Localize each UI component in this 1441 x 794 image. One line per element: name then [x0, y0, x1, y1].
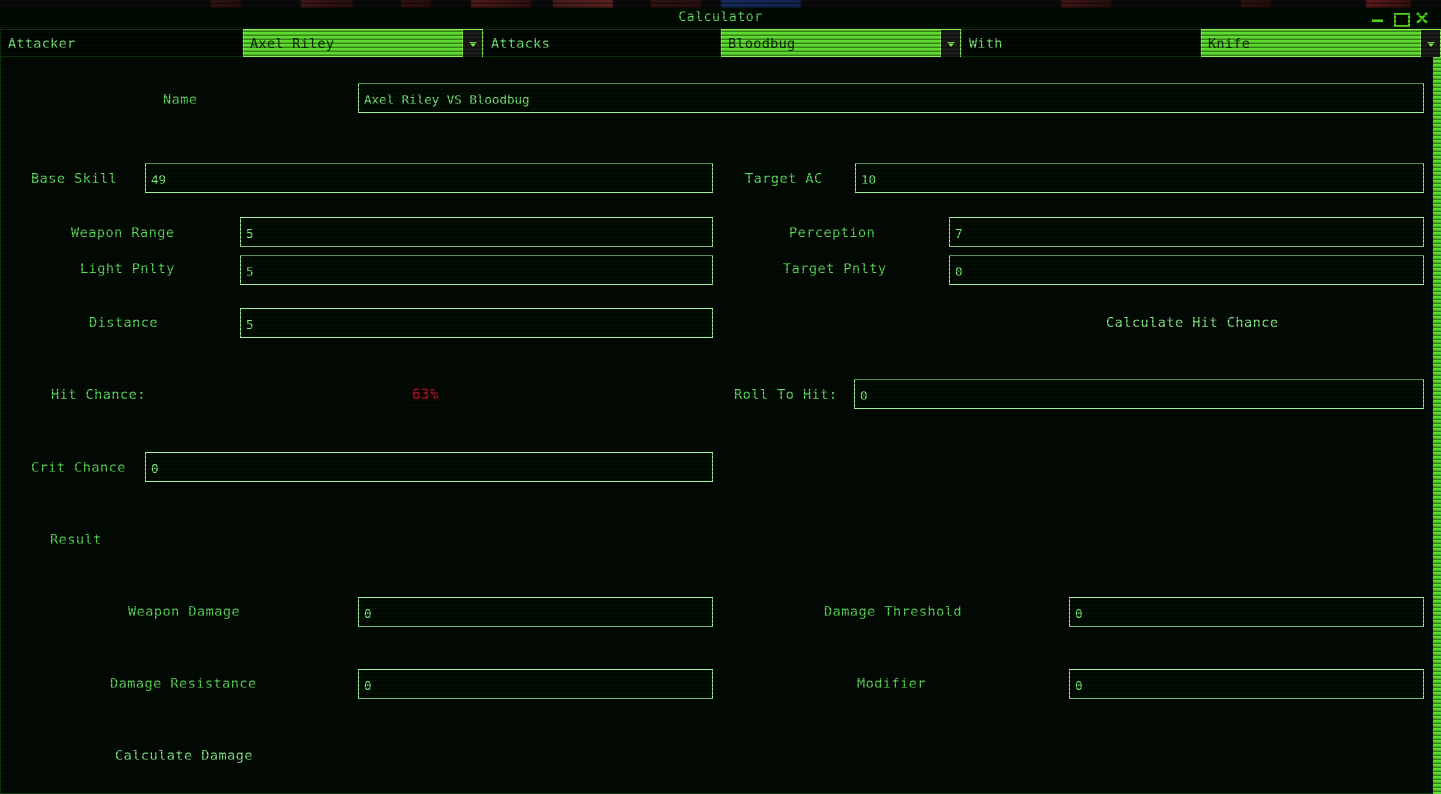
damage-threshold-label: Damage Threshold	[824, 604, 963, 620]
attacks-label: Attacks	[483, 29, 721, 57]
base-skill-label: Base Skill	[31, 171, 118, 187]
modifier-label: Modifier	[857, 676, 927, 692]
perception-input[interactable]	[949, 217, 1424, 247]
light-pnlty-input[interactable]	[240, 255, 713, 285]
name-input[interactable]	[358, 83, 1424, 113]
modifier-input[interactable]	[1069, 669, 1424, 699]
hit-chance-value: 63%	[412, 387, 439, 403]
calculate-hit-chance-button[interactable]: Calculate Hit Chance	[1106, 315, 1279, 331]
calculator-form: Name Base Skill Target AC Weapon Range P…	[0, 57, 1433, 794]
crit-chance-input[interactable]	[145, 452, 713, 482]
crit-chance-label: Crit Chance	[31, 460, 126, 476]
window-title: Calculator	[678, 10, 763, 25]
calculator-window: Calculator Attacker Axel Riley Attacks B…	[0, 0, 1441, 794]
attacker-label: Attacker	[0, 29, 243, 57]
damage-resistance-input[interactable]	[358, 669, 713, 699]
attacker-dropdown[interactable]: Axel Riley	[243, 29, 483, 58]
weapon-range-input[interactable]	[240, 217, 713, 247]
name-label: Name	[163, 92, 198, 108]
chevron-down-icon[interactable]	[940, 30, 960, 58]
weapon-damage-input[interactable]	[358, 597, 713, 627]
roll-to-hit-label: Roll To Hit:	[734, 387, 838, 403]
target-dropdown[interactable]: Bloodbug	[721, 29, 961, 58]
damage-threshold-input[interactable]	[1069, 597, 1424, 627]
with-label: With	[961, 29, 1201, 57]
roll-to-hit-input[interactable]	[854, 379, 1424, 409]
target-ac-input[interactable]	[855, 163, 1424, 193]
distance-label: Distance	[89, 315, 159, 331]
light-pnlty-label: Light Pnlty	[80, 261, 175, 277]
title-bar: Calculator	[0, 8, 1441, 28]
scrollbar-thumb[interactable]	[1433, 57, 1441, 794]
weapon-damage-label: Weapon Damage	[128, 604, 241, 620]
damage-resistance-label: Damage Resistance	[110, 676, 257, 692]
perception-label: Perception	[789, 225, 876, 241]
calculate-damage-button[interactable]: Calculate Damage	[115, 748, 253, 764]
chevron-down-icon[interactable]	[462, 30, 482, 58]
minimize-icon[interactable]	[1370, 11, 1386, 25]
distance-input[interactable]	[240, 308, 713, 338]
result-label: Result	[50, 532, 102, 548]
vertical-scrollbar[interactable]	[1433, 57, 1441, 794]
close-icon[interactable]	[1414, 11, 1430, 25]
target-pnlty-input[interactable]	[949, 255, 1424, 285]
target-ac-label: Target AC	[745, 171, 823, 187]
selector-bar: Attacker Axel Riley Attacks Bloodbug Wit…	[0, 29, 1441, 58]
weapon-dropdown[interactable]: Knife	[1201, 29, 1441, 58]
attacker-dropdown-value: Axel Riley	[250, 36, 335, 52]
close-glyph	[1416, 12, 1428, 24]
weapon-range-label: Weapon Range	[71, 225, 175, 241]
hit-chance-label: Hit Chance:	[51, 387, 146, 403]
target-dropdown-value: Bloodbug	[728, 36, 796, 52]
maximize-icon[interactable]	[1392, 11, 1410, 27]
target-pnlty-label: Target Pnlty	[783, 261, 887, 277]
background-window-strip	[0, 0, 1441, 8]
base-skill-input[interactable]	[145, 163, 713, 193]
chevron-down-icon[interactable]	[1420, 30, 1440, 58]
weapon-dropdown-value: Knife	[1208, 36, 1251, 52]
